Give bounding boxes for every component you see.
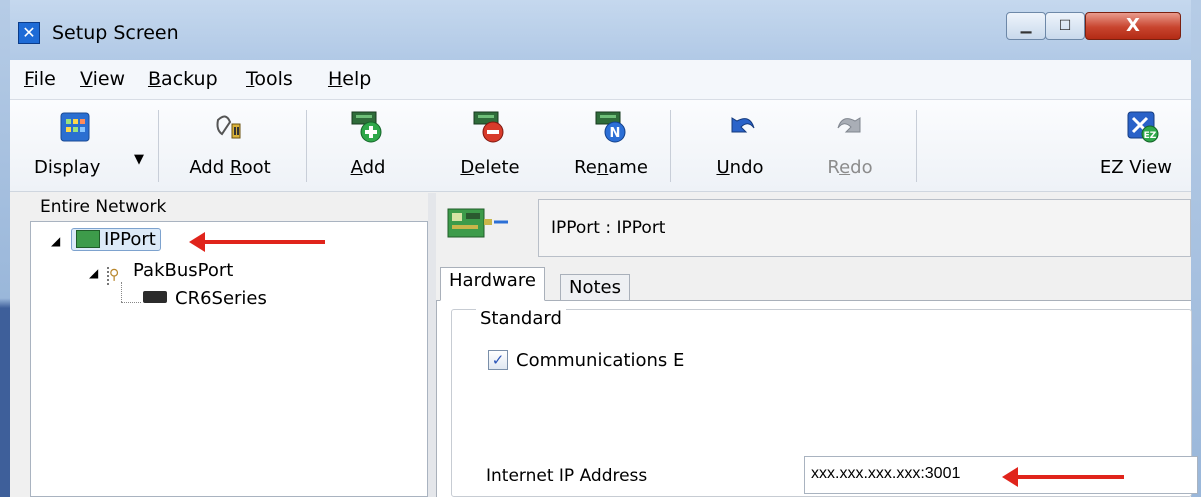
datalogger-icon xyxy=(143,291,167,303)
svg-text:N: N xyxy=(610,126,621,141)
network-tree-pane: Entire Network ◢ IPPort ◢ ⚲ PakBusPort CR… xyxy=(10,193,428,497)
rename-button[interactable]: N Rename xyxy=(556,100,666,192)
menu-file[interactable]: File xyxy=(24,68,56,90)
tree-connector xyxy=(121,282,122,302)
network-tree[interactable]: ◢ IPPort ◢ ⚲ PakBusPort CR6Series xyxy=(30,221,428,497)
minimize-button[interactable]: ▁ xyxy=(1006,12,1046,40)
tree-node-label: IPPort xyxy=(104,229,156,250)
group-title: Standard xyxy=(476,308,566,329)
communications-enabled-checkbox[interactable]: ✓ xyxy=(488,350,508,370)
window-border-right xyxy=(1191,0,1201,497)
menu-backup[interactable]: Backup xyxy=(148,68,218,90)
delete-icon xyxy=(473,111,504,143)
display-label: Display xyxy=(34,157,101,178)
display-dropdown-arrow[interactable]: ▼ xyxy=(134,152,144,167)
toolbar-separator xyxy=(306,110,307,182)
close-button[interactable]: X xyxy=(1085,12,1181,40)
window-title: Setup Screen xyxy=(52,22,179,44)
menu-view[interactable]: View xyxy=(80,68,125,90)
toolbar-separator xyxy=(916,110,917,182)
red-arrow-annotation xyxy=(1002,467,1124,487)
standard-group: Standard ✓ Communications E Internet IP … xyxy=(451,308,1198,497)
ez-view-button[interactable]: EZ EZ View xyxy=(1070,100,1180,192)
rename-icon: N xyxy=(595,111,626,143)
display-icon xyxy=(60,112,90,142)
add-root-button[interactable]: Add Root xyxy=(170,100,290,192)
ez-view-icon: EZ xyxy=(1127,111,1159,143)
rename-label: Rename xyxy=(574,157,648,178)
tree-node-ipport[interactable]: IPPort xyxy=(71,228,161,251)
pakbusport-icon: ⚲ xyxy=(107,267,127,285)
undo-label: Undo xyxy=(716,157,764,178)
toolbar-separator xyxy=(158,110,159,182)
add-root-label: Add Root xyxy=(189,157,271,178)
add-icon xyxy=(351,111,382,143)
redo-label: Redo xyxy=(827,157,873,178)
delete-label: Delete xyxy=(460,157,520,178)
tree-node-label: CR6Series xyxy=(175,288,267,309)
communications-enabled-label: Communications E xyxy=(516,350,685,371)
redo-icon xyxy=(837,117,861,133)
add-button[interactable]: Add xyxy=(328,100,408,192)
tree-node-pakbusport[interactable]: ⚲ PakBusPort xyxy=(107,260,233,285)
ip-address-input[interactable]: xxx.xxx.xxx.xxx:3001 xyxy=(804,456,1198,494)
tree-node-cr6series[interactable]: CR6Series xyxy=(143,288,267,309)
window-border-left xyxy=(0,0,10,497)
tab-hardware[interactable]: Hardware xyxy=(440,267,545,301)
device-header-title: IPPort : IPPort xyxy=(551,218,666,238)
delete-button[interactable]: Delete xyxy=(440,100,540,192)
setup-window: ✕ Setup Screen ▁ ☐ X File View Backup To… xyxy=(0,0,1201,497)
properties-pane: IPPort : IPPort Hardware Notes Standard … xyxy=(436,193,1198,497)
toolbar-separator xyxy=(670,110,671,182)
tree-pane-title: Entire Network xyxy=(40,197,167,217)
app-icon: ✕ xyxy=(18,22,40,44)
menu-tools[interactable]: Tools xyxy=(246,68,293,90)
tab-strip: Hardware Notes xyxy=(436,267,1191,301)
menu-bar: File View Backup Tools Help xyxy=(10,60,1191,100)
undo-button[interactable]: Undo xyxy=(690,100,790,192)
menu-help[interactable]: Help xyxy=(328,68,371,90)
ipport-icon xyxy=(76,230,100,248)
maximize-button[interactable]: ☐ xyxy=(1045,12,1085,40)
ip-address-label: Internet IP Address xyxy=(486,466,648,486)
add-label: Add xyxy=(350,157,386,178)
tree-connector xyxy=(121,302,141,303)
device-header: IPPort : IPPort xyxy=(538,199,1191,257)
add-root-icon xyxy=(216,115,241,139)
display-button[interactable]: Display ▼ xyxy=(30,100,144,192)
svg-text:EZ: EZ xyxy=(1144,131,1157,141)
pane-splitter[interactable] xyxy=(428,193,436,497)
toolbar: Display ▼ Add Root Add Delete N Rename U… xyxy=(10,100,1191,192)
collapse-toggle[interactable]: ◢ xyxy=(51,234,60,248)
red-arrow-annotation xyxy=(189,232,325,252)
ipport-large-icon xyxy=(447,208,508,238)
undo-icon xyxy=(731,117,755,133)
collapse-toggle[interactable]: ◢ xyxy=(89,266,98,280)
tree-node-label: PakBusPort xyxy=(133,260,234,281)
ez-view-label: EZ View xyxy=(1099,157,1172,178)
hardware-tab-content: Standard ✓ Communications E Internet IP … xyxy=(436,301,1198,497)
title-bar: ✕ Setup Screen ▁ ☐ X xyxy=(10,10,1191,56)
tab-notes[interactable]: Notes xyxy=(560,274,630,301)
redo-button[interactable]: Redo xyxy=(800,100,900,192)
